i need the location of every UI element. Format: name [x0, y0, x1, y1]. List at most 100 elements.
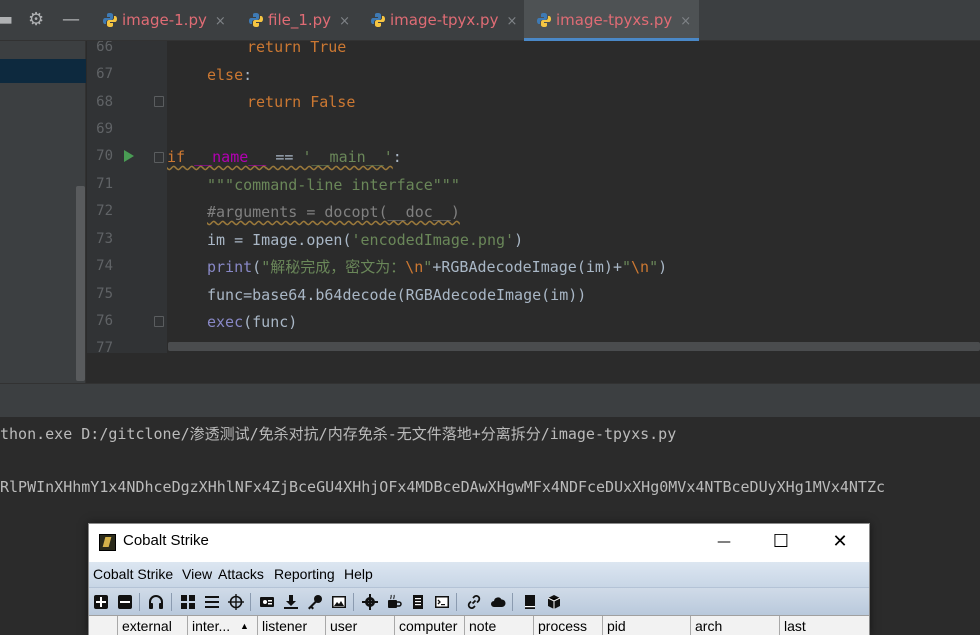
- close-icon[interactable]: ×: [339, 14, 350, 29]
- column-external[interactable]: external: [117, 616, 189, 635]
- menu-bar: Cobalt Strike View Attacks Reporting Hel…: [89, 562, 869, 587]
- gear-icon[interactable]: ⚙: [28, 8, 44, 32]
- menu-reporting[interactable]: Reporting: [274, 566, 335, 582]
- menu-attacks[interactable]: Attacks: [218, 566, 264, 582]
- project-panel[interactable]: [0, 41, 86, 383]
- toolbar-separator: [171, 593, 172, 611]
- line-number: 76: [96, 313, 113, 329]
- column-internal[interactable]: inter... ▲: [187, 616, 257, 635]
- console-line: RlPWInXHhmY1x4NDhceDgzXHhlNFx4ZjBceGU4XH…: [0, 478, 886, 496]
- editor-tab-bar: ▬ ⚙ — image-1.py × file_1.py × image-tpyx.…: [0, 0, 980, 41]
- sort-ascending-icon: ▲: [240, 621, 249, 631]
- fold-marker-icon[interactable]: [154, 96, 164, 107]
- tab-image-1[interactable]: image-1.py ×: [102, 0, 226, 41]
- link-icon[interactable]: [466, 594, 482, 610]
- editor-horizontal-scrollbar[interactable]: [168, 342, 980, 351]
- close-icon[interactable]: ×: [215, 14, 226, 29]
- fold-marker-icon[interactable]: [154, 316, 164, 327]
- tab-label: file_1.py: [268, 11, 332, 29]
- code-line-70: if __name__ == '__main__':: [167, 148, 402, 166]
- code-editor[interactable]: 66 67 68 69 70 71 72 73 74 75 76 77 retu…: [87, 41, 980, 353]
- code-line-75: func=base64.b64decode(RGBAdecodeImage(im…: [207, 286, 587, 304]
- python-file-icon: [249, 13, 263, 27]
- close-icon[interactable]: ×: [680, 14, 691, 29]
- toolbar-separator: [353, 593, 354, 611]
- tab-file-1[interactable]: file_1.py ×: [248, 0, 350, 41]
- line-number: 69: [96, 121, 113, 137]
- tab-label: image-1.py: [122, 11, 207, 29]
- tab-image-tpyx[interactable]: image-tpyx.py ×: [370, 0, 517, 41]
- column-process[interactable]: process: [533, 616, 603, 635]
- close-button[interactable]: ✕: [817, 528, 863, 556]
- session-list-icon[interactable]: [204, 594, 220, 610]
- column-computer[interactable]: computer: [394, 616, 464, 635]
- credentials-icon[interactable]: [259, 594, 275, 610]
- fold-marker-icon[interactable]: [154, 152, 164, 163]
- maximize-button[interactable]: ☐: [758, 528, 804, 556]
- column-listener[interactable]: listener: [257, 616, 327, 635]
- column-last[interactable]: last: [779, 616, 869, 635]
- note-icon[interactable]: [410, 594, 426, 610]
- line-number: 67: [96, 66, 113, 82]
- cube-icon[interactable]: [546, 594, 562, 610]
- code-line-76: exec(func): [207, 313, 298, 331]
- cobalt-strike-window[interactable]: Cobalt Strike — ☐ ✕ Cobalt Strike View A…: [88, 523, 870, 635]
- close-icon[interactable]: ×: [506, 14, 517, 29]
- menu-view[interactable]: View: [182, 566, 212, 582]
- code-line-71: """command-line interface""": [207, 176, 460, 194]
- column-pid[interactable]: pid: [602, 616, 691, 635]
- column-user[interactable]: user: [325, 616, 395, 635]
- target-icon[interactable]: [228, 594, 244, 610]
- python-file-icon: [537, 13, 551, 27]
- tab-image-tpyxs[interactable]: image-tpyxs.py ×: [524, 0, 699, 41]
- project-scrollbar[interactable]: [76, 186, 85, 381]
- python-file-icon: [103, 13, 117, 27]
- coffee-icon[interactable]: [386, 594, 402, 610]
- download-icon[interactable]: [283, 594, 299, 610]
- remove-icon[interactable]: [117, 594, 133, 610]
- cloud-icon[interactable]: [490, 594, 506, 610]
- line-number: 71: [96, 176, 113, 192]
- line-number: 77: [96, 340, 113, 353]
- add-icon[interactable]: [93, 594, 109, 610]
- code-line-73: im = Image.open('encodedImage.png'): [207, 231, 524, 249]
- column-note[interactable]: note: [464, 616, 534, 635]
- cobalt-strike-logo-icon: [99, 534, 116, 551]
- sessions-table-header: external inter... ▲ listener user comput…: [89, 615, 869, 635]
- line-number: 74: [96, 258, 113, 274]
- book-icon[interactable]: [522, 594, 538, 610]
- toolbar-separator: [139, 593, 140, 611]
- minimize-button[interactable]: —: [701, 528, 747, 556]
- run-icon[interactable]: [124, 150, 134, 162]
- toolbar-separator: [456, 593, 457, 611]
- line-gutter: 66 67 68 69 70 71 72 73 74 75 76 77: [87, 41, 167, 353]
- console-line: thon.exe D:/gitclone/渗透测试/免杀对抗/内存免杀-无文件落…: [0, 425, 677, 443]
- line-number: 72: [96, 203, 113, 219]
- tab-label: image-tpyx.py: [390, 11, 499, 29]
- selected-tree-item[interactable]: [0, 59, 86, 83]
- code-line-68: return False: [247, 93, 356, 111]
- pivot-graph-icon[interactable]: [180, 594, 196, 610]
- settings-icon[interactable]: [362, 594, 378, 610]
- line-number: 66: [96, 41, 113, 55]
- menu-help[interactable]: Help: [344, 566, 373, 582]
- python-file-icon: [371, 13, 385, 27]
- tab-label: image-tpyxs.py: [556, 11, 673, 29]
- code-line-67: else:: [207, 66, 253, 84]
- code-line-66: return True: [247, 41, 347, 56]
- line-number: 68: [96, 94, 113, 110]
- minimize-icon[interactable]: —: [62, 8, 80, 32]
- key-icon[interactable]: [307, 594, 323, 610]
- collapse-icon[interactable]: ▬: [0, 8, 13, 32]
- column-arch[interactable]: arch: [690, 616, 780, 635]
- tool-window-header: ▬ ⚙ —: [0, 0, 88, 41]
- menu-cobalt-strike[interactable]: Cobalt Strike: [93, 566, 173, 582]
- code-line-74: print("解秘完成，密文为：\n"+RGBAdecodeImage(im)+…: [207, 258, 668, 276]
- console-icon[interactable]: [434, 594, 450, 610]
- toolbar-separator: [250, 593, 251, 611]
- window-title-bar[interactable]: Cobalt Strike — ☐ ✕: [89, 524, 869, 560]
- screenshot-icon[interactable]: [331, 594, 347, 610]
- code-line-72: #arguments = docopt(__doc__): [207, 203, 460, 221]
- headphones-icon[interactable]: [148, 594, 164, 610]
- window-title: Cobalt Strike: [123, 532, 209, 549]
